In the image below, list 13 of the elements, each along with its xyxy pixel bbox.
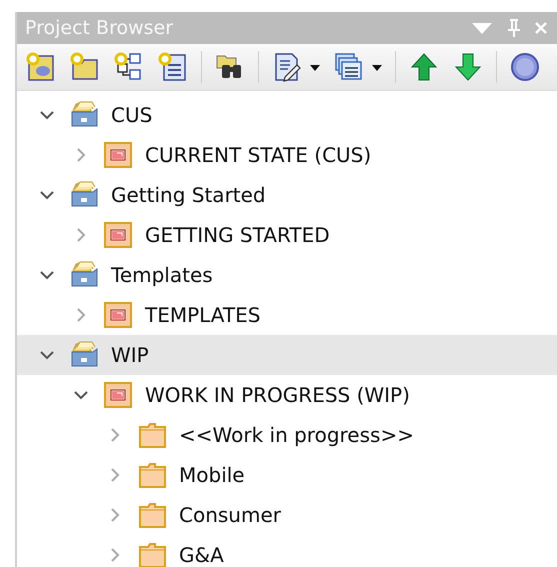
tree-item[interactable]: Templates: [17, 255, 557, 295]
tree-item[interactable]: Getting Started: [17, 175, 557, 215]
tree-item[interactable]: Mobile: [17, 455, 557, 495]
tree-item[interactable]: TEMPLATES: [17, 295, 557, 335]
tree-item[interactable]: CURRENT STATE (CUS): [17, 135, 557, 175]
tree-item[interactable]: G&A: [17, 535, 557, 567]
panel-title: Project Browser: [25, 17, 174, 39]
tree-item[interactable]: <<Work in progress>>: [17, 415, 557, 455]
tree-item[interactable]: GETTING STARTED: [17, 215, 557, 255]
tree-item[interactable]: CUS: [17, 95, 557, 135]
tree-item[interactable]: WORK IN PROGRESS (WIP): [17, 375, 557, 415]
tree-item[interactable]: Consumer: [17, 495, 557, 535]
tree-item[interactable]: WIP: [17, 335, 557, 375]
